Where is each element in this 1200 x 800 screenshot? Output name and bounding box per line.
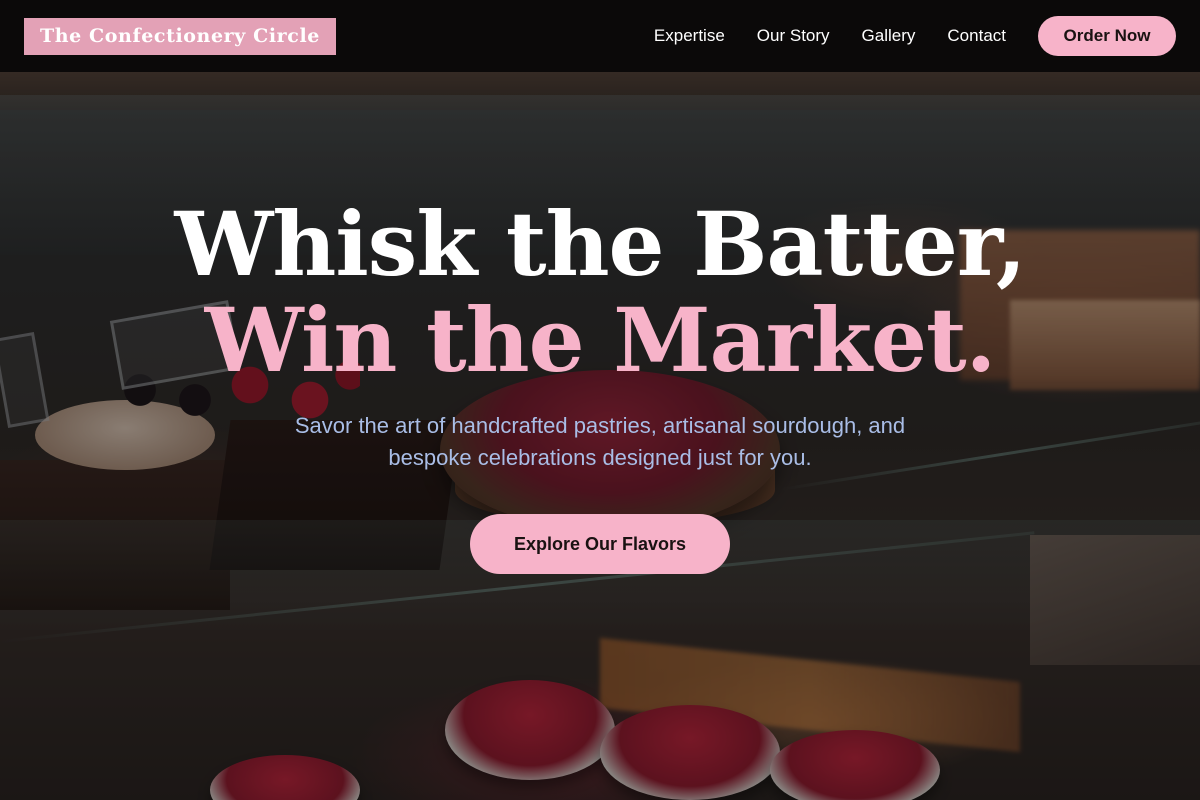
brand-logo[interactable]: The Confectionery Circle bbox=[24, 17, 336, 55]
navbar: The Confectionery Circle Expertise Our S… bbox=[0, 0, 1200, 72]
nav-link-expertise[interactable]: Expertise bbox=[654, 26, 725, 46]
explore-flavors-button[interactable]: Explore Our Flavors bbox=[470, 514, 730, 574]
hero-headline: Whisk the Batter, Win the Market. bbox=[0, 196, 1200, 388]
nav-links: Expertise Our Story Gallery Contact bbox=[654, 26, 1006, 46]
nav-link-gallery[interactable]: Gallery bbox=[862, 26, 916, 46]
nav-link-contact[interactable]: Contact bbox=[947, 26, 1006, 46]
hero-headline-line1: Whisk the Batter, bbox=[174, 192, 1027, 296]
hero-headline-line2: Win the Market. bbox=[204, 288, 997, 392]
hero-subtitle: Savor the art of handcrafted pastries, a… bbox=[294, 413, 906, 470]
nav-link-our-story[interactable]: Our Story bbox=[757, 26, 830, 46]
hero-content: Whisk the Batter, Win the Market. Savor … bbox=[0, 196, 1200, 574]
order-now-button[interactable]: Order Now bbox=[1038, 16, 1176, 56]
